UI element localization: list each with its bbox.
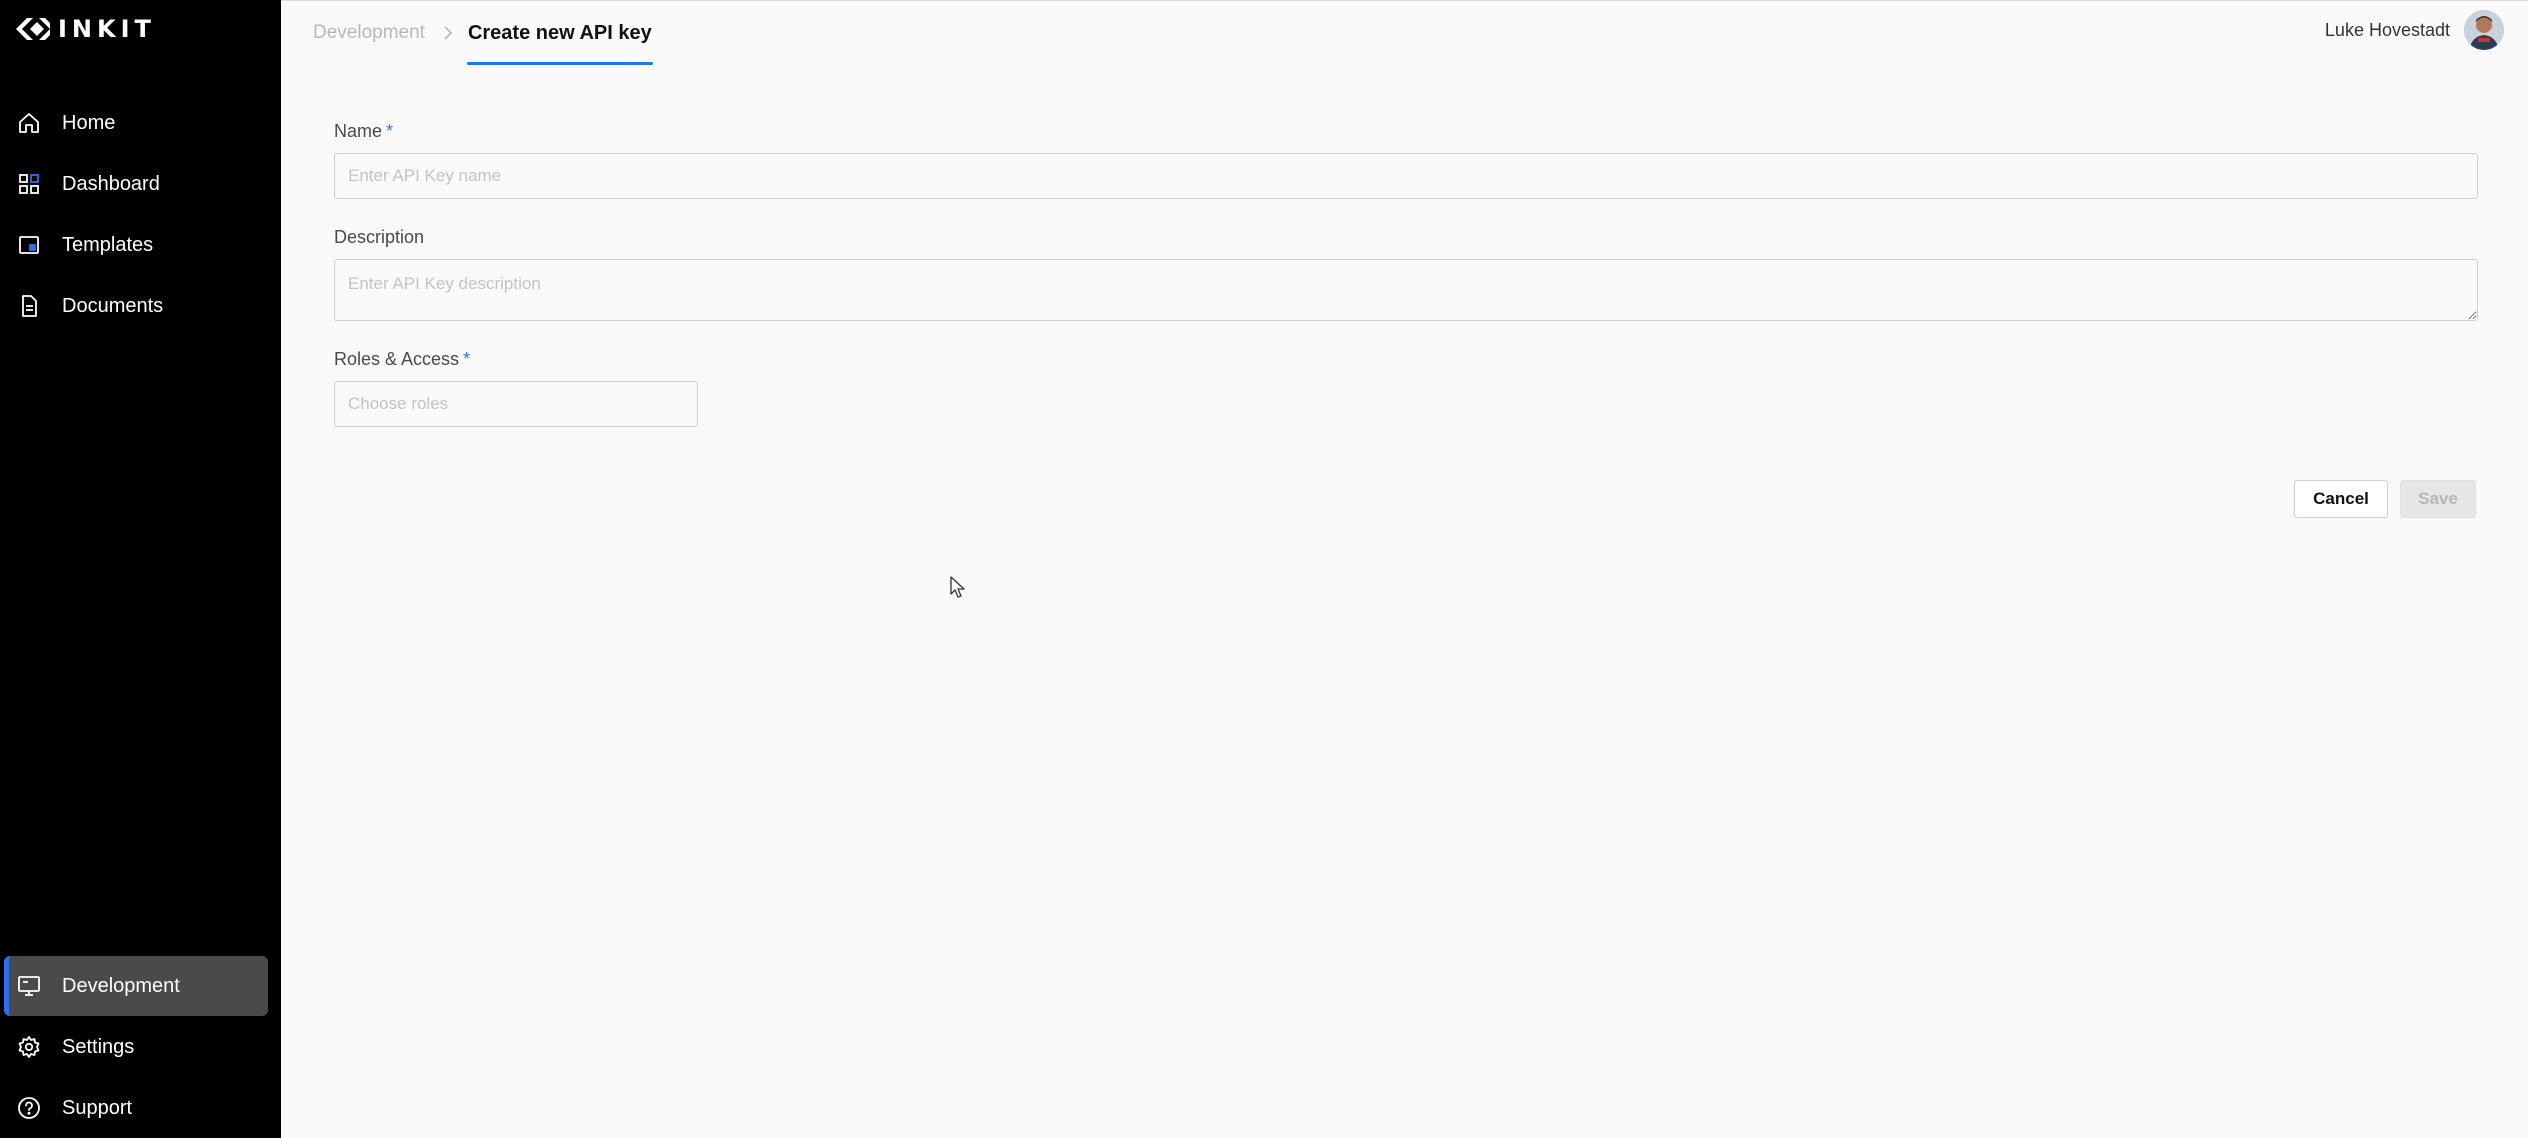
dashboard-icon (16, 171, 42, 197)
sidebar-item-support[interactable]: Support (4, 1078, 268, 1138)
sidebar-item-label: Dashboard (62, 172, 160, 195)
save-button[interactable]: Save (2400, 480, 2476, 518)
sidebar-item-development[interactable]: Development (4, 956, 268, 1016)
home-icon (16, 110, 42, 136)
user-name: Luke Hovestadt (2324, 19, 2450, 40)
top-bar: Development Create new API key Luke Hove… (281, 0, 2528, 66)
sidebar-item-label: Documents (62, 294, 164, 317)
page-title: Create new API key (466, 1, 653, 65)
breadcrumb: Development Create new API key (309, 1, 653, 65)
monitor-icon (16, 973, 42, 999)
cancel-button[interactable]: Cancel (2294, 480, 2388, 518)
required-marker: * (386, 121, 394, 141)
description-field-label: Description (334, 227, 425, 247)
sidebar-item-dashboard[interactable]: Dashboard (4, 154, 268, 214)
sidebar-item-documents[interactable]: Documents (4, 276, 268, 336)
user-menu[interactable]: Luke Hovestadt (2325, 9, 2504, 51)
brand-name: INKIT (58, 15, 156, 43)
gear-icon (16, 1034, 42, 1060)
sidebar-item-settings[interactable]: Settings (4, 1017, 268, 1077)
sidebar-item-home[interactable]: Home (4, 93, 268, 153)
sidebar: INKIT Home Dashboard Templates Documents… (0, 0, 281, 1138)
brand-logo[interactable]: INKIT (16, 14, 156, 44)
sidebar-item-label: Home (62, 111, 116, 134)
roles-select-input[interactable] (334, 381, 698, 427)
document-icon (16, 293, 42, 319)
sidebar-item-label: Development (62, 974, 180, 997)
avatar[interactable] (2464, 10, 2504, 50)
chevron-right-icon (443, 25, 453, 41)
sidebar-item-templates[interactable]: Templates (4, 215, 268, 275)
name-field-label: Name * (334, 121, 394, 141)
required-marker: * (463, 349, 471, 369)
roles-field-label: Roles & Access * (334, 349, 471, 369)
api-key-description-textarea[interactable] (334, 259, 2478, 321)
breadcrumb-parent-link[interactable]: Development (309, 22, 429, 44)
api-key-name-input[interactable] (334, 153, 2478, 199)
mouse-cursor-icon (950, 576, 966, 605)
sidebar-item-label: Templates (62, 233, 154, 256)
inkit-logo-icon (16, 18, 50, 40)
help-circle-icon (16, 1095, 42, 1121)
templates-icon (16, 232, 42, 258)
sidebar-item-label: Settings (62, 1035, 135, 1058)
sidebar-item-label: Support (62, 1096, 133, 1119)
